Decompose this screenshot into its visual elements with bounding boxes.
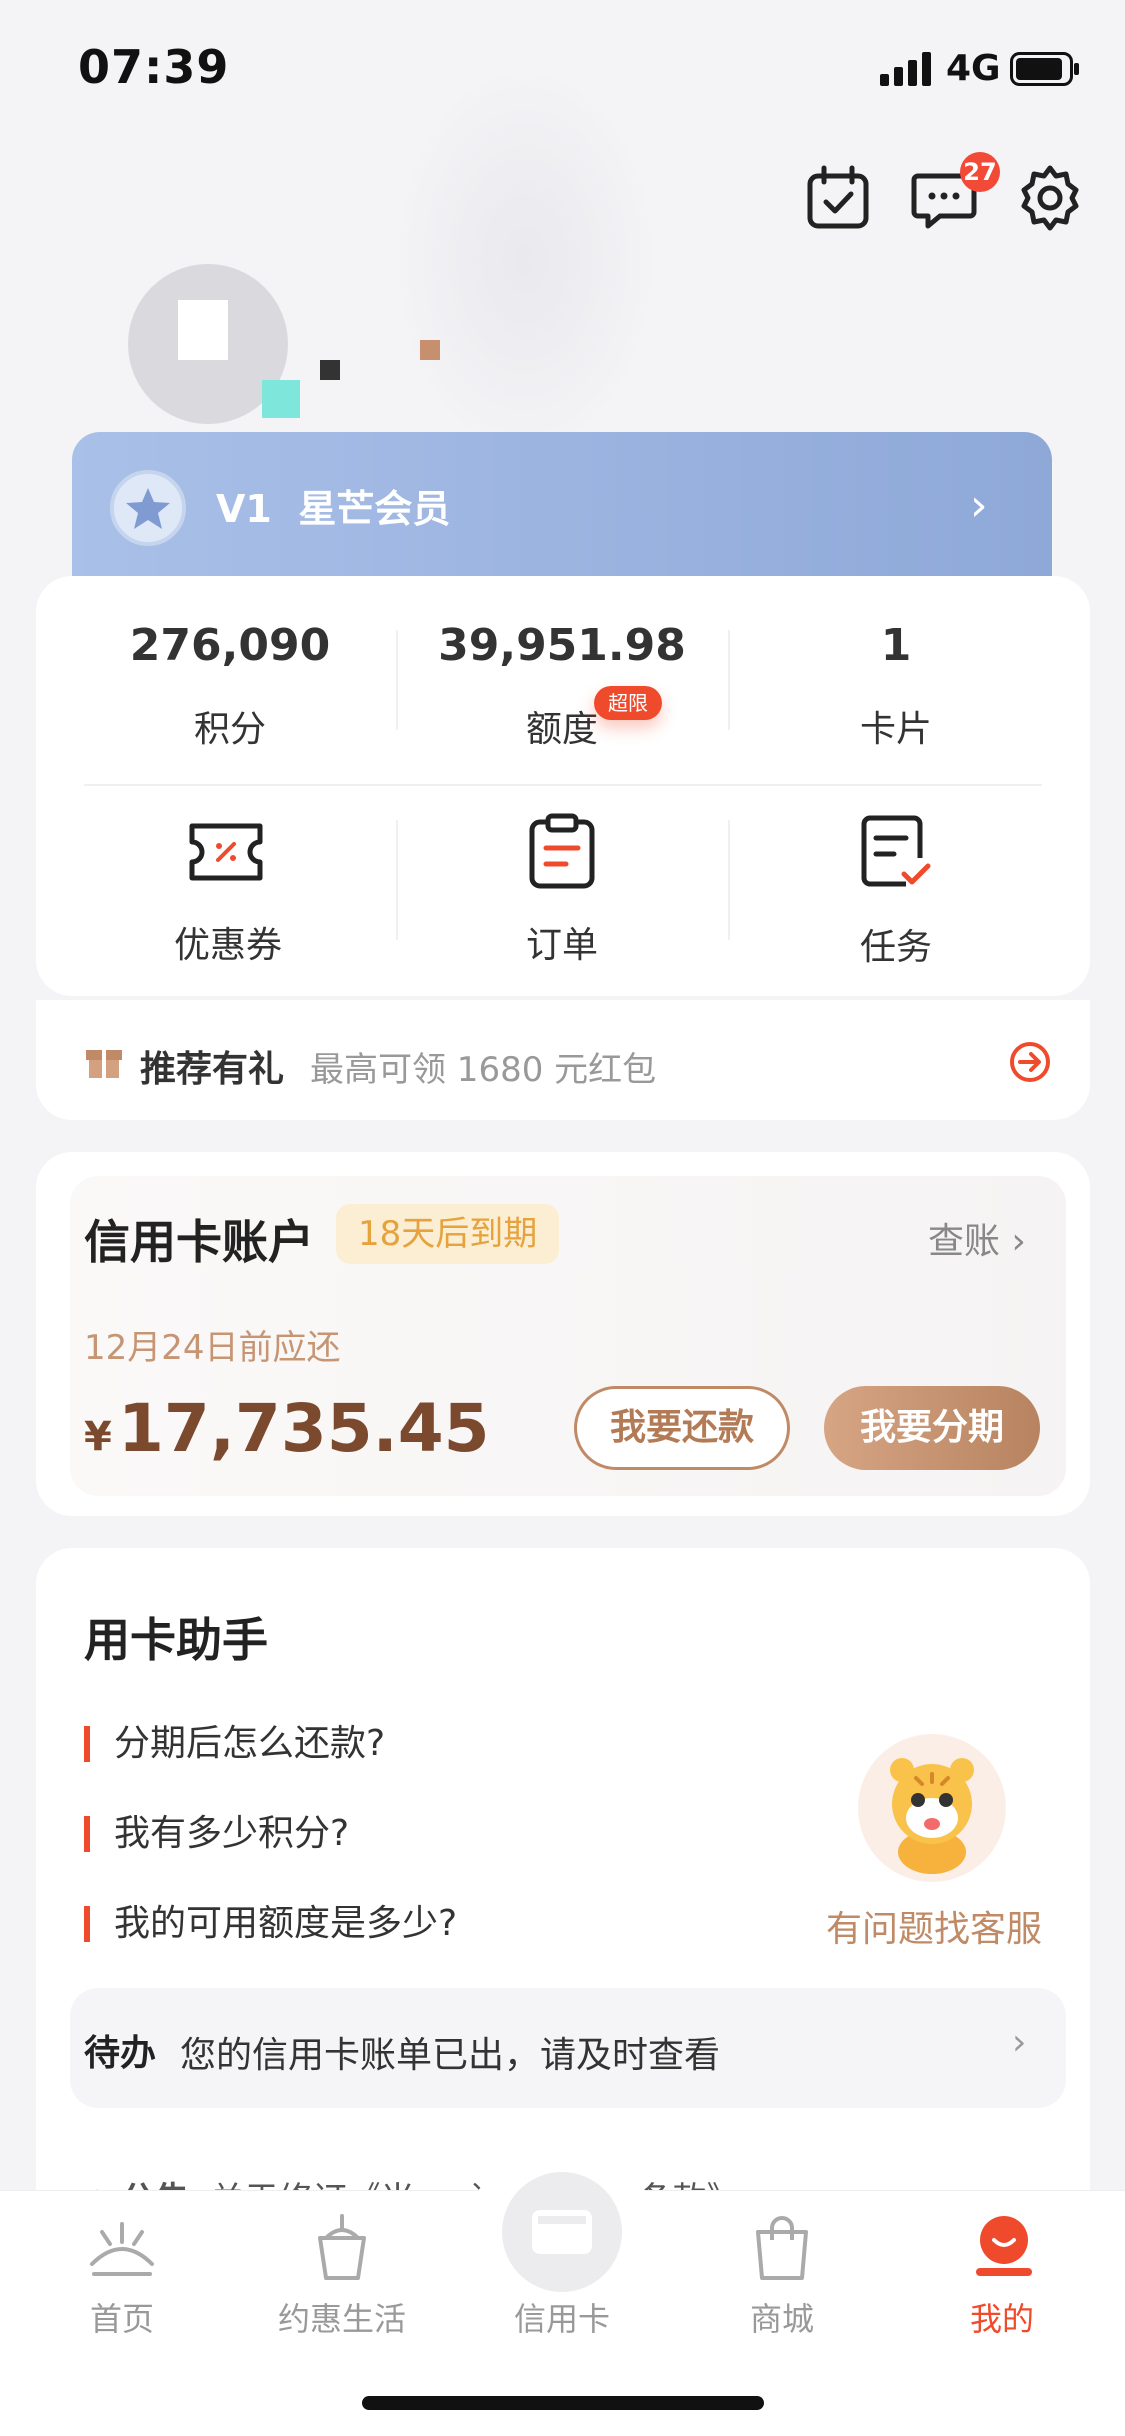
view-bill-link[interactable]: 查账 › xyxy=(928,1212,1026,1264)
todo-text: 您的信用卡账单已出，请及时查看 xyxy=(180,2035,721,2076)
avatar-pixel xyxy=(262,380,300,418)
shopping-bag-icon[interactable] xyxy=(744,2210,820,2286)
home-icon[interactable] xyxy=(84,2210,160,2286)
divider xyxy=(84,784,1042,786)
divider xyxy=(396,630,398,730)
divider xyxy=(728,820,730,940)
chevron-right-icon: › xyxy=(1011,1221,1026,1262)
avatar-pixel xyxy=(420,340,440,360)
tab-life[interactable]: 约惠生活 xyxy=(252,2294,432,2340)
avatar-pixel xyxy=(178,300,228,360)
credit-limit-label: 额度 xyxy=(525,709,598,750)
battery-icon xyxy=(1010,52,1079,86)
due-date-text: 12月24日前应还 xyxy=(84,1328,341,1368)
calendar-checkin-icon[interactable] xyxy=(804,164,872,232)
network-label: 4G xyxy=(946,48,1001,89)
credit-limit-value[interactable]: 39,951.98 xyxy=(412,620,712,671)
coupon-icon[interactable] xyxy=(186,812,266,892)
faq-item[interactable]: 分期后怎么还款? xyxy=(84,1726,385,1762)
tab-home[interactable]: 首页 xyxy=(32,2294,212,2340)
tiger-mascot-icon[interactable] xyxy=(858,1734,1006,1882)
divider xyxy=(396,820,398,940)
recommend-subtitle: 最高可领 1680 元红包 xyxy=(310,1050,657,1090)
due-tag: 18天后到期 xyxy=(336,1204,560,1264)
points-value[interactable]: 276,090 xyxy=(80,620,380,671)
over-limit-badge: 超限 xyxy=(594,686,662,720)
profile-icon[interactable] xyxy=(966,2210,1042,2286)
installment-button[interactable]: 我要分期 xyxy=(824,1386,1040,1470)
currency-symbol: ¥ xyxy=(84,1414,112,1460)
message-badge: 27 xyxy=(960,152,1000,192)
card-assistant-title: 用卡助手 xyxy=(84,1613,268,1667)
drink-cup-icon[interactable] xyxy=(304,2210,380,2286)
avatar-pixel xyxy=(320,360,340,380)
amount-due: 17,735.45 xyxy=(118,1390,490,1467)
cards-label: 卡片 xyxy=(859,709,932,750)
order-label[interactable]: 订单 xyxy=(412,916,712,968)
customer-service-link[interactable]: 有问题找客服 xyxy=(826,1900,1042,1952)
membership-label: V1 星芒会员 xyxy=(216,487,451,531)
task-icon[interactable] xyxy=(856,812,936,892)
arrow-right-circle-icon[interactable] xyxy=(1008,1040,1052,1084)
task-label[interactable]: 任务 xyxy=(746,918,1046,970)
chevron-right-icon: › xyxy=(970,480,988,531)
faq-item[interactable]: 我有多少积分? xyxy=(84,1816,349,1852)
tab-credit-card[interactable]: 信用卡 xyxy=(472,2294,652,2340)
status-time: 07:39 xyxy=(78,40,230,94)
membership-star-icon xyxy=(110,470,186,546)
tab-mall[interactable]: 商城 xyxy=(692,2294,872,2340)
header-decoration xyxy=(390,60,660,460)
home-indicator[interactable] xyxy=(362,2396,764,2410)
signal-icon xyxy=(880,52,931,86)
points-label: 积分 xyxy=(193,709,266,750)
order-icon[interactable] xyxy=(522,812,602,892)
gift-icon xyxy=(86,1050,122,1078)
cards-value[interactable]: 1 xyxy=(746,620,1046,671)
faq-item[interactable]: 我的可用额度是多少? xyxy=(84,1906,457,1942)
divider xyxy=(728,630,730,730)
credit-card-tab-circle[interactable] xyxy=(502,2172,622,2292)
settings-gear-icon[interactable] xyxy=(1016,164,1084,232)
coupon-label[interactable]: 优惠券 xyxy=(78,916,378,968)
repay-button[interactable]: 我要还款 xyxy=(574,1386,790,1470)
recommend-title: 推荐有礼 xyxy=(140,1048,285,1090)
chevron-right-icon: › xyxy=(1012,2022,1027,2063)
tab-mine[interactable]: 我的 xyxy=(912,2294,1092,2340)
todo-label: 待办 xyxy=(84,2033,157,2074)
credit-account-title: 信用卡账户 xyxy=(84,1215,314,1269)
